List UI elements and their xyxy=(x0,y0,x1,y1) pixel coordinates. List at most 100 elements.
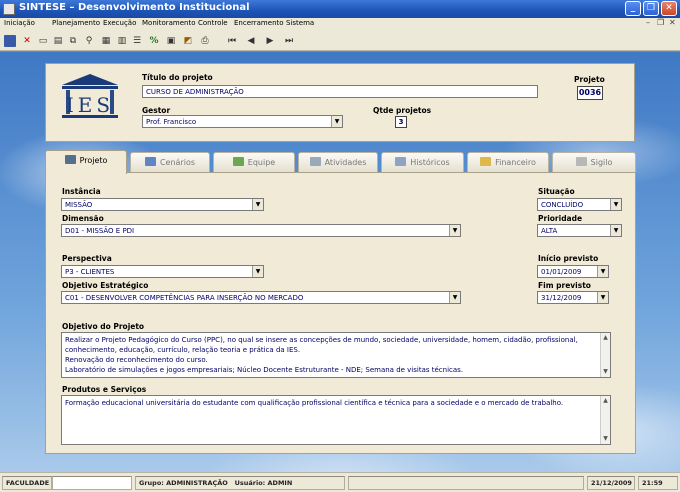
situacao-value: CONCLUÍDO xyxy=(541,201,584,209)
menu-encerramento[interactable]: Encerramento xyxy=(234,19,284,27)
projeto-icon xyxy=(64,155,76,164)
qtde-value: 3 xyxy=(395,116,407,128)
perspectiva-value: P3 - CLIENTES xyxy=(65,268,115,276)
inicio-previsto-date[interactable]: 01/01/2009 ▼ xyxy=(537,265,609,278)
mdi-close-button[interactable]: ✕ xyxy=(669,18,676,27)
prioridade-value: ALTA xyxy=(541,227,558,235)
objetivo-projeto-line: conhecimento, educação, currículo, relaç… xyxy=(65,346,301,354)
produtos-scrollbar[interactable]: ▲ ▼ xyxy=(600,396,610,444)
chevron-down-icon[interactable]: ▼ xyxy=(610,199,621,210)
chevron-down-icon[interactable]: ▼ xyxy=(449,225,460,236)
print-icon[interactable]: ⎙ xyxy=(199,35,211,47)
report-icon[interactable]: ▥ xyxy=(116,35,128,47)
mdi-minimize-button[interactable]: – xyxy=(646,18,650,27)
gestor-select[interactable]: Prof. Francisco ▼ xyxy=(142,115,343,128)
scroll-down-icon[interactable]: ▼ xyxy=(601,434,610,444)
objetivo-projeto-textarea[interactable]: Realizar o Projeto Pedagógico do Curso (… xyxy=(61,332,611,378)
chevron-down-icon[interactable]: ▼ xyxy=(331,116,342,127)
save-icon[interactable] xyxy=(4,35,16,47)
instancia-select[interactable]: MISSÃO ▼ xyxy=(61,198,264,211)
situacao-select[interactable]: CONCLUÍDO ▼ xyxy=(537,198,622,211)
projeto-tab-panel: Instância MISSÃO ▼ Dimensão D01 - MISSÃO… xyxy=(45,172,636,454)
tab-projeto[interactable]: Projeto xyxy=(45,150,127,174)
previous-record-icon[interactable]: ◀ xyxy=(245,35,257,47)
tab-historicos-label: Históricos xyxy=(410,158,450,167)
app-icon xyxy=(3,3,15,15)
menu-sistema[interactable]: Sistema xyxy=(286,19,314,27)
scroll-down-icon[interactable]: ▼ xyxy=(601,367,610,377)
tab-financeiro[interactable]: Financeiro xyxy=(467,152,549,172)
menu-planejamento[interactable]: Planejamento xyxy=(52,19,100,27)
cancel-icon[interactable]: ✕ xyxy=(21,35,33,47)
faculdade-value xyxy=(52,476,132,490)
produtos-servicos-textarea[interactable]: Formação educacional universitária do es… xyxy=(61,395,611,445)
status-bar: FACULDADE Grupo: ADMINISTRAÇÃO Usuário: … xyxy=(0,472,680,492)
open-icon[interactable]: ▤ xyxy=(52,35,64,47)
gestor-value: Prof. Francisco xyxy=(146,118,197,126)
projeto-number: 0036 xyxy=(577,86,603,100)
inicio-previsto-label: Início previsto xyxy=(538,254,599,263)
calculator-icon[interactable]: % xyxy=(148,35,160,47)
produtos-servicos-label: Produtos e Serviços xyxy=(62,385,147,394)
dimensao-value: D01 - MISSÃO E PDI xyxy=(65,227,135,235)
scroll-up-icon[interactable]: ▲ xyxy=(601,396,610,406)
titulo-input[interactable]: CURSO DE ADMINISTRAÇÃO xyxy=(142,85,538,98)
mdi-restore-button[interactable]: ❐ xyxy=(657,18,664,27)
chart-icon[interactable]: ◩ xyxy=(182,35,194,47)
chevron-down-icon[interactable]: ▼ xyxy=(252,266,263,277)
chevron-down-icon[interactable]: ▼ xyxy=(252,199,263,210)
properties-icon[interactable]: ☰ xyxy=(131,35,143,47)
edit-icon[interactable]: ▣ xyxy=(165,35,177,47)
next-record-icon[interactable]: ▶ xyxy=(264,35,276,47)
tab-sigilo[interactable]: Sigilo xyxy=(552,152,636,172)
historicos-icon xyxy=(395,157,407,166)
instancia-label: Instância xyxy=(62,187,101,196)
logo-text: IES xyxy=(66,93,114,117)
first-record-icon[interactable]: ⏮ xyxy=(226,35,238,47)
grid-icon[interactable]: ▦ xyxy=(100,35,112,47)
new-icon[interactable]: ▭ xyxy=(37,35,49,47)
tab-atividades[interactable]: Atividades xyxy=(298,152,378,172)
chevron-down-icon[interactable]: ▼ xyxy=(597,266,608,277)
dimensao-select[interactable]: D01 - MISSÃO E PDI ▼ xyxy=(61,224,461,237)
gestor-label: Gestor xyxy=(142,106,171,115)
equipe-icon xyxy=(232,157,244,166)
session-info: Grupo: ADMINISTRAÇÃO Usuário: ADMIN xyxy=(135,476,345,490)
qtde-label: Qtde projetos xyxy=(373,106,432,115)
fim-previsto-date[interactable]: 31/12/2009 ▼ xyxy=(537,291,609,304)
menu-execucao[interactable]: Execução xyxy=(103,19,136,27)
chevron-down-icon[interactable]: ▼ xyxy=(610,225,621,236)
tab-equipe[interactable]: Equipe xyxy=(213,152,295,172)
status-empty xyxy=(348,476,584,490)
tab-cenarios[interactable]: Cenários xyxy=(130,152,210,172)
copy-icon[interactable]: ⧉ xyxy=(67,35,79,47)
perspectiva-select[interactable]: P3 - CLIENTES ▼ xyxy=(61,265,264,278)
financeiro-icon xyxy=(480,157,492,166)
minimize-button[interactable]: _ xyxy=(625,1,641,16)
last-record-icon[interactable]: ⏭ xyxy=(283,35,295,47)
menu-controle[interactable]: Controle xyxy=(198,19,228,27)
menu-monitoramento[interactable]: Monitoramento xyxy=(142,19,196,27)
inicio-previsto-value: 01/01/2009 xyxy=(541,268,582,276)
tab-historicos[interactable]: Históricos xyxy=(381,152,464,172)
menu-iniciacao[interactable]: Iniciação xyxy=(4,19,35,27)
tab-financeiro-label: Financeiro xyxy=(495,158,536,167)
prioridade-label: Prioridade xyxy=(538,214,583,223)
prioridade-select[interactable]: ALTA ▼ xyxy=(537,224,622,237)
tab-cenarios-label: Cenários xyxy=(159,158,196,167)
chevron-down-icon[interactable]: ▼ xyxy=(597,292,608,303)
scroll-up-icon[interactable]: ▲ xyxy=(601,333,610,343)
objetivo-projeto-line: Laboratório de simulações e jogos empres… xyxy=(65,366,464,374)
objetivo-scrollbar[interactable]: ▲ ▼ xyxy=(600,333,610,377)
objetivo-estrategico-select[interactable]: C01 - DESENVOLVER COMPETÊNCIAS PARA INSE… xyxy=(61,291,461,304)
find-icon[interactable]: ⚲ xyxy=(83,35,95,47)
dimensao-label: Dimensão xyxy=(62,214,104,223)
titulo-label: Título do projeto xyxy=(142,73,213,82)
close-button[interactable]: ✕ xyxy=(661,1,677,16)
atividades-icon xyxy=(309,157,321,166)
objetivo-projeto-line: Renovação do reconhecimento do curso. xyxy=(65,356,208,364)
instancia-value: MISSÃO xyxy=(65,201,93,209)
maximize-button[interactable]: ❐ xyxy=(643,1,659,16)
chevron-down-icon[interactable]: ▼ xyxy=(449,292,460,303)
project-header: IES Título do projeto CURSO DE ADMINISTR… xyxy=(45,63,635,142)
